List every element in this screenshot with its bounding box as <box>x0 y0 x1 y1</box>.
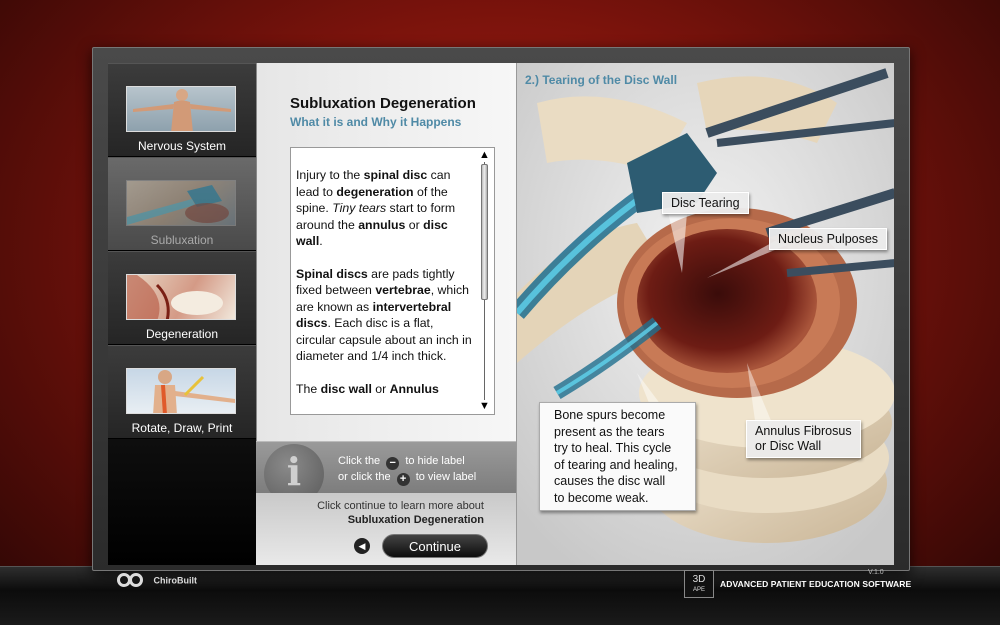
lesson-subtitle: What it is and Why it Happens <box>290 115 462 129</box>
sidebar-item-label: Nervous System <box>137 139 227 153</box>
lesson-text-run: Annulus <box>389 381 439 396</box>
lesson-text-run: Tiny tears <box>332 201 387 215</box>
lesson-text-run: degeneration <box>336 184 414 199</box>
label-toggle-instructions: Click the − to hide label or click the +… <box>338 454 476 486</box>
bone-spurs-line: to become weak. <box>554 490 649 505</box>
continue-hint-text: Click continue to learn more about <box>317 500 484 512</box>
back-arrow-icon[interactable]: ◀ <box>354 538 370 554</box>
bone-spurs-line: try to heal. This cycle <box>554 441 672 455</box>
scroll-down-arrow-icon[interactable]: ▼ <box>479 400 490 412</box>
brand-box-line2: APE <box>692 587 705 593</box>
sidebar-item-label: Rotate, Draw, Print <box>131 421 233 435</box>
3d-ape-logo: 3D APE <box>684 570 714 598</box>
brand-box-line1: 3D <box>692 574 706 585</box>
lesson-text-run: The <box>296 381 321 396</box>
label-disc-tearing: Disc Tearing <box>662 192 749 214</box>
bone-spurs-callout: Bone spurs become present as the tears t… <box>539 402 696 511</box>
degeneration-thumbnail <box>126 274 236 320</box>
label-info-bar: i Click the − to hide label or click the… <box>256 441 516 504</box>
lesson-text-run: or <box>405 217 424 232</box>
info-line1-pre: Click the <box>338 455 381 467</box>
sidebar-item-degeneration[interactable]: Degeneration <box>108 251 256 345</box>
sidebar-item-nervous-system[interactable]: Nervous System <box>108 63 256 157</box>
bone-spurs-line: causes the disc wall <box>554 474 666 488</box>
scroll-up-arrow-icon[interactable]: ▲ <box>479 149 490 161</box>
lesson-body: Injury to the spinal disc can lead to de… <box>296 167 472 413</box>
lesson-title: Subluxation Degeneration <box>290 95 476 112</box>
info-line2-post: to view label <box>415 471 477 483</box>
lesson-text-run: . <box>319 234 323 248</box>
continue-hint: Click continue to learn more about Sublu… <box>264 499 484 527</box>
continue-button[interactable]: Continue <box>382 534 488 558</box>
scrollbar[interactable]: ▲ ▼ <box>477 148 493 414</box>
lesson-text-panel: Subluxation Degeneration What it is and … <box>256 63 516 441</box>
label-annulus-fibrosus: Annulus Fibrosus or Disc Wall <box>746 420 861 458</box>
sidebar-item-label: Subluxation <box>150 233 214 247</box>
logo-text: ChiroBuilt <box>153 575 198 586</box>
continue-topic: Subluxation Degeneration <box>347 514 484 526</box>
rotate-draw-print-thumbnail <box>126 368 236 414</box>
continue-area: Click continue to learn more about Sublu… <box>256 493 516 565</box>
lesson-text-run: Injury to the <box>296 168 364 182</box>
version-label: V.1.0 <box>868 569 884 576</box>
sidebar-item-label: Degeneration <box>145 327 219 341</box>
bone-spurs-line: Bone spurs become <box>554 408 666 422</box>
plus-circle-icon[interactable]: + <box>396 473 410 486</box>
minus-circle-icon[interactable]: − <box>386 457 400 470</box>
label-nucleus-pulposes: Nucleus Pulposes <box>769 228 888 250</box>
sidebar: Nervous System Subluxation Degeneration … <box>108 63 256 565</box>
nervous-system-thumbnail <box>126 86 236 132</box>
annulus-line2: or Disc Wall <box>755 439 822 453</box>
info-line1-post: to hide label <box>405 455 465 467</box>
lesson-paragraph: Injury to the spinal disc can lead to de… <box>296 167 472 250</box>
image-title: 2.) Tearing of the Disc Wall <box>525 73 678 87</box>
lesson-text-run: disc wall <box>320 381 372 396</box>
chirobuilt-logo: ChiroBuilt <box>117 571 197 591</box>
lesson-text-run: Spinal discs <box>296 266 368 281</box>
brand-tagline: ADVANCED PATIENT EDUCATION SOFTWARE <box>720 579 912 589</box>
app-screen: Nervous System Subluxation Degeneration … <box>108 63 894 565</box>
bone-spurs-line: present as the tears <box>554 424 665 439</box>
scrollbar-thumb[interactable] <box>481 164 488 300</box>
lesson-text-run: or <box>371 381 390 396</box>
bone-spurs-line: of tearing and healing, <box>554 457 678 472</box>
sidebar-item-rotate-draw-print[interactable]: Rotate, Draw, Print <box>108 345 256 439</box>
lesson-paragraph: The disc wall or Annulus <box>296 381 472 398</box>
chirobuilt-logo-mark-icon <box>117 571 149 591</box>
lesson-text-box[interactable]: Injury to the spinal disc can lead to de… <box>290 147 495 415</box>
annulus-line1: Annulus Fibrosus <box>755 424 852 438</box>
lesson-paragraph: Spinal discs are pads tightly fixed betw… <box>296 266 472 365</box>
lesson-text-run: spinal disc <box>363 168 428 182</box>
lesson-text-run: annulus <box>358 217 406 232</box>
lesson-text-run: vertebrae <box>375 283 431 297</box>
anatomy-image-panel: 2.) Tearing of the Disc Wall Disc Tearin… <box>516 63 894 565</box>
subluxation-thumbnail <box>126 180 236 226</box>
info-line2-pre: or click the <box>338 471 391 483</box>
sidebar-item-subluxation[interactable]: Subluxation <box>108 157 256 251</box>
